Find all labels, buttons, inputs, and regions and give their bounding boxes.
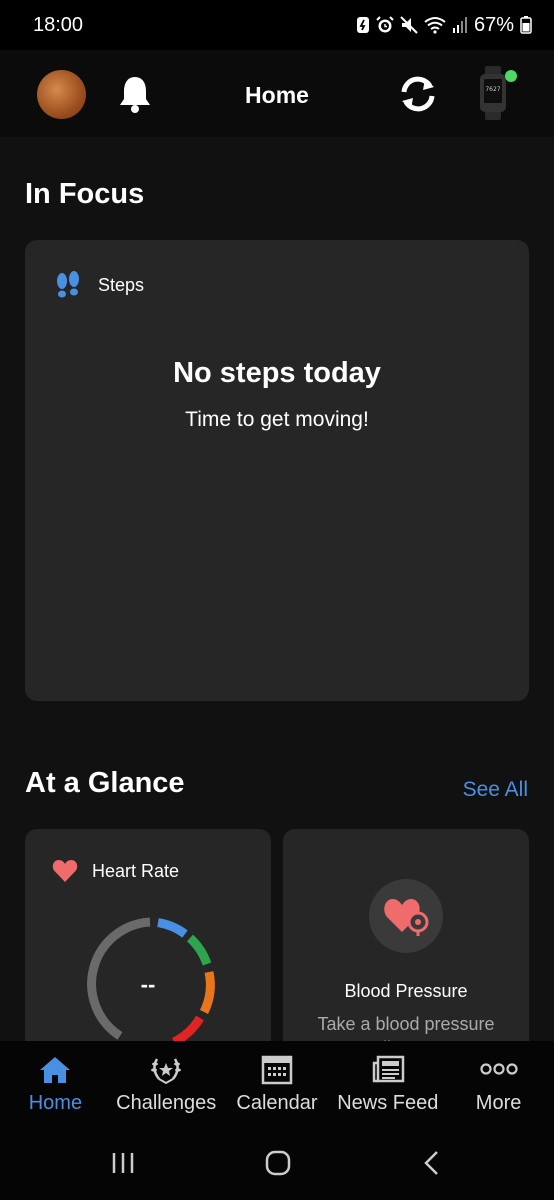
in-focus-title: In Focus (25, 178, 145, 210)
connected-status-dot (505, 70, 517, 82)
blood-pressure-icon-badge (369, 879, 443, 953)
mute-icon (400, 16, 418, 34)
battery-saver-icon (356, 17, 369, 33)
blood-pressure-heart-icon (384, 899, 429, 936)
status-icons: 67% (356, 14, 532, 37)
more-icon (479, 1063, 518, 1075)
sync-icon[interactable] (396, 74, 440, 114)
steps-headline: No steps today (173, 357, 381, 389)
recent-apps-icon[interactable] (110, 1150, 136, 1176)
heart-icon (52, 860, 78, 882)
nav-item-more[interactable]: More (443, 1041, 554, 1128)
nav-label-calendar: Calendar (236, 1092, 318, 1114)
steps-label: Steps (98, 275, 145, 295)
at-a-glance-title: At a Glance (25, 767, 185, 799)
nav-item-challenges[interactable]: Challenges (111, 1041, 222, 1128)
status-bar: 18:00 67% (0, 0, 554, 50)
page-title: Home (245, 82, 309, 108)
steps-card[interactable]: Steps No steps today Time to get moving! (25, 240, 529, 701)
nav-item-home[interactable]: Home (0, 1041, 111, 1128)
home-button-icon[interactable] (264, 1150, 292, 1176)
alarm-icon (376, 16, 394, 33)
battery-percent: 67% (473, 13, 514, 36)
home-icon (40, 1057, 71, 1083)
footsteps-icon (57, 271, 79, 298)
system-nav-bar (0, 1128, 554, 1200)
signal-icon (452, 17, 467, 33)
heart-rate-label: Heart Rate (92, 861, 180, 881)
nav-label-more: More (475, 1092, 522, 1114)
blood-pressure-title: Blood Pressure (344, 981, 468, 1001)
watch-device-icon[interactable]: 7627 (478, 66, 508, 120)
app-bar: Home 7627 (0, 50, 554, 137)
see-all-link[interactable]: See All (463, 778, 528, 802)
nav-item-calendar[interactable]: Calendar (222, 1041, 333, 1128)
newspaper-icon (372, 1055, 405, 1083)
nav-label-challenges: Challenges (116, 1092, 217, 1114)
calendar-icon (261, 1055, 293, 1085)
steps-subtext: Time to get moving! (185, 408, 369, 431)
svg-text:7627: 7627 (485, 86, 500, 93)
nav-item-news-feed[interactable]: News Feed (332, 1041, 443, 1128)
heart-rate-value: -- (140, 972, 156, 997)
back-icon[interactable] (422, 1150, 442, 1176)
status-time: 18:00 (33, 13, 84, 36)
bottom-nav: Home Challenges Calendar News Feed More (0, 1041, 554, 1128)
nav-label-home: Home (28, 1092, 83, 1114)
nav-label-news-feed: News Feed (337, 1092, 439, 1114)
laurel-icon (151, 1058, 182, 1085)
battery-icon (520, 16, 532, 34)
wifi-icon (424, 17, 446, 34)
